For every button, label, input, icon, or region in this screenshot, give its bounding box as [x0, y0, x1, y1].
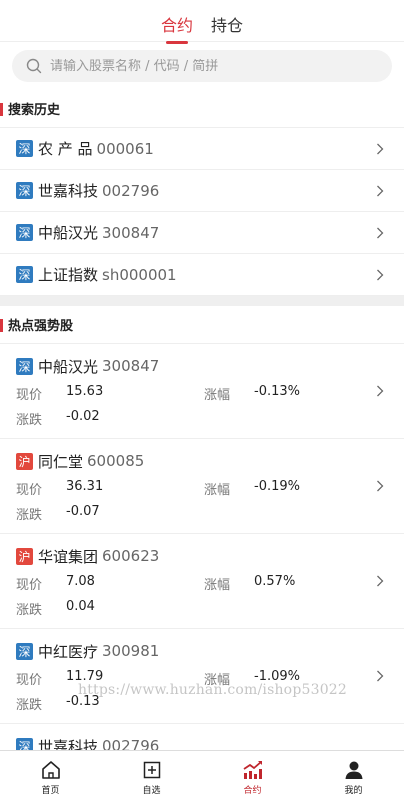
chevron-right-icon [377, 385, 384, 397]
change-value: -0.13 [66, 694, 100, 709]
chevron-right-icon [377, 269, 384, 280]
change-pct-value: -0.19% [254, 479, 300, 494]
nav-contract-label: 合约 [243, 785, 262, 796]
history-item[interactable]: 深 上证指数 sh000001 [0, 254, 404, 296]
change-pct-label: 涨幅 [204, 578, 231, 593]
top-tabs: 合约 持仓 [0, 0, 404, 42]
nav-home[interactable]: 首页 [0, 751, 101, 804]
change-value: 0.04 [66, 599, 95, 614]
change-label: 涨跌 [16, 413, 43, 428]
history-section-title: 搜索历史 [0, 90, 404, 128]
hot-section-title: 热点强势股 [0, 306, 404, 344]
stock-name: 中红医疗 [38, 642, 99, 661]
history-item[interactable]: 深 中船汉光 300847 [0, 212, 404, 254]
tab-contract[interactable]: 合约 [161, 12, 193, 44]
price-value: 15.63 [66, 384, 104, 399]
home-icon [41, 760, 60, 779]
tab-position[interactable]: 持仓 [211, 12, 243, 44]
stock-code: 300981 [102, 642, 160, 660]
change-value: -0.02 [66, 409, 100, 424]
change-pct-label: 涨幅 [204, 673, 231, 688]
stock-name: 世嘉科技 [38, 182, 99, 200]
chevron-right-icon [377, 143, 384, 154]
change-pct-label: 涨幅 [204, 483, 231, 498]
history-list: 深 农 产 品 000061 深 世嘉科技 002796 深 中船汉光 3008… [0, 128, 404, 296]
history-item[interactable]: 深 农 产 品 000061 [0, 128, 404, 170]
price-value: 36.31 [66, 479, 104, 494]
stock-name: 华谊集团 [38, 547, 99, 566]
stock-code: 300847 [102, 223, 160, 242]
price-label: 现价 [16, 673, 43, 688]
change-value: -0.07 [66, 504, 100, 519]
chevron-right-icon [377, 227, 384, 238]
history-item[interactable]: 深 世嘉科技 002796 [0, 170, 404, 212]
market-badge: 沪 [16, 547, 33, 565]
search-icon [26, 58, 42, 74]
chevron-right-icon [377, 670, 384, 682]
stock-code: 300847 [102, 357, 160, 375]
hot-stock-item[interactable]: 深 中船汉光 300847 现价 15.63 涨幅 -0.13% 涨跌 -0.0… [0, 344, 404, 439]
search-bar[interactable] [12, 50, 392, 82]
market-badge: 深 [16, 140, 33, 157]
stock-name: 同仁堂 [38, 452, 84, 471]
stock-name: 中船汉光 [38, 224, 99, 242]
hot-stock-item[interactable]: 深 中红医疗 300981 现价 11.79 涨幅 -1.09% 涨跌 -0.1… [0, 629, 404, 724]
chevron-right-icon [377, 575, 384, 587]
price-label: 现价 [16, 578, 43, 593]
change-pct-value: -1.09% [254, 669, 300, 684]
price-label: 现价 [16, 483, 43, 498]
market-badge: 深 [16, 224, 33, 241]
bottom-nav: 首页 自选 合约 我的 [0, 750, 404, 804]
stock-code: sh000001 [102, 265, 177, 284]
stock-code: 002796 [102, 181, 160, 200]
change-pct-label: 涨幅 [204, 388, 231, 403]
nav-favorites-label: 自选 [142, 785, 161, 796]
chevron-right-icon [377, 185, 384, 196]
nav-contract[interactable]: 合约 [202, 751, 303, 804]
chevron-right-icon [377, 480, 384, 492]
stock-name: 中船汉光 [38, 357, 99, 376]
nav-mine[interactable]: 我的 [303, 751, 404, 804]
change-pct-value: -0.13% [254, 384, 300, 399]
stock-code: 600085 [87, 452, 145, 470]
stock-code: 000061 [96, 139, 154, 158]
change-label: 涨跌 [16, 508, 43, 523]
search-area [0, 42, 404, 90]
change-label: 涨跌 [16, 603, 43, 618]
hot-list: 深 中船汉光 300847 现价 15.63 涨幅 -0.13% 涨跌 -0.0… [0, 344, 404, 804]
hot-stock-item[interactable]: 沪 华谊集团 600623 现价 7.08 涨幅 0.57% 涨跌 0.04 [0, 534, 404, 629]
search-input[interactable] [50, 58, 392, 74]
market-badge: 深 [16, 182, 33, 199]
nav-favorites[interactable]: 自选 [101, 751, 202, 804]
stock-name: 上证指数 [38, 266, 99, 284]
stock-name: 农 产 品 [38, 140, 93, 158]
section-divider [0, 296, 404, 306]
add-favorite-icon [143, 761, 160, 778]
chart-trend-icon [243, 760, 262, 779]
price-value: 7.08 [66, 574, 95, 589]
market-badge: 沪 [16, 452, 33, 470]
market-badge: 深 [16, 357, 33, 375]
market-badge: 深 [16, 642, 33, 660]
price-value: 11.79 [66, 669, 104, 684]
user-icon [345, 761, 362, 779]
nav-mine-label: 我的 [344, 785, 363, 796]
change-pct-value: 0.57% [254, 574, 296, 589]
price-label: 现价 [16, 388, 43, 403]
stock-code: 600623 [102, 547, 160, 565]
market-badge: 深 [16, 266, 33, 283]
change-label: 涨跌 [16, 698, 43, 713]
hot-stock-item[interactable]: 沪 同仁堂 600085 现价 36.31 涨幅 -0.19% 涨跌 -0.07 [0, 439, 404, 534]
nav-home-label: 首页 [41, 785, 60, 796]
